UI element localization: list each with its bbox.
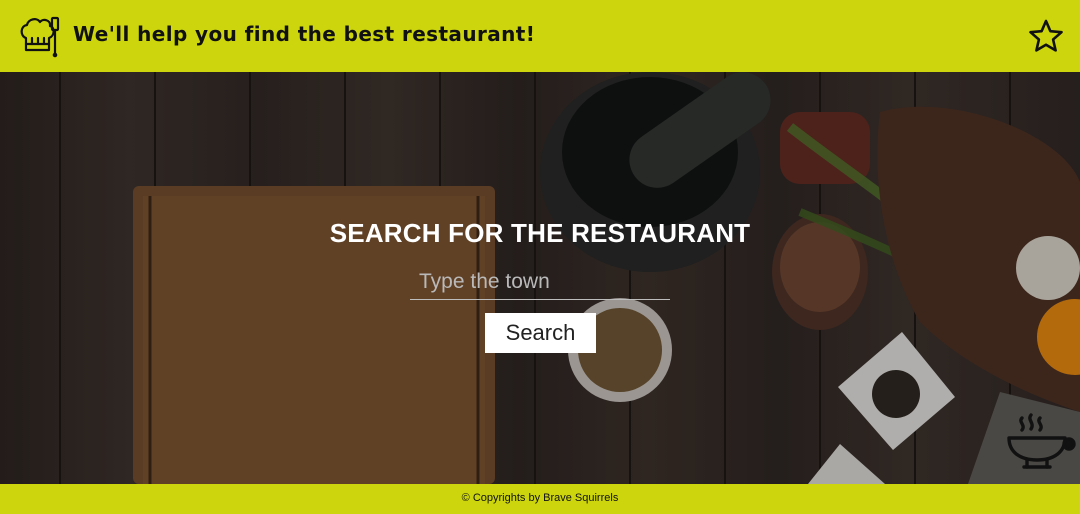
soup-bowl-icon: [1004, 412, 1076, 472]
site-tagline: We'll help you find the best restaurant!: [73, 22, 536, 46]
top-bar: We'll help you find the best restaurant!: [0, 0, 1080, 72]
search-button[interactable]: Search: [485, 313, 596, 353]
footer: © Copyrights by Brave Squirrels: [0, 484, 1080, 514]
chef-hat-icon: [18, 14, 62, 58]
copyright-text: © Copyrights by Brave Squirrels: [461, 492, 619, 504]
search-heading: SEARCH FOR THE RESTAURANT: [329, 218, 751, 248]
hero-section: SEARCH FOR THE RESTAURANT Search: [0, 72, 1080, 484]
page: We'll help you find the best restaurant!: [0, 0, 1080, 514]
star-icon[interactable]: [1028, 18, 1064, 54]
town-search-input[interactable]: [410, 264, 670, 300]
